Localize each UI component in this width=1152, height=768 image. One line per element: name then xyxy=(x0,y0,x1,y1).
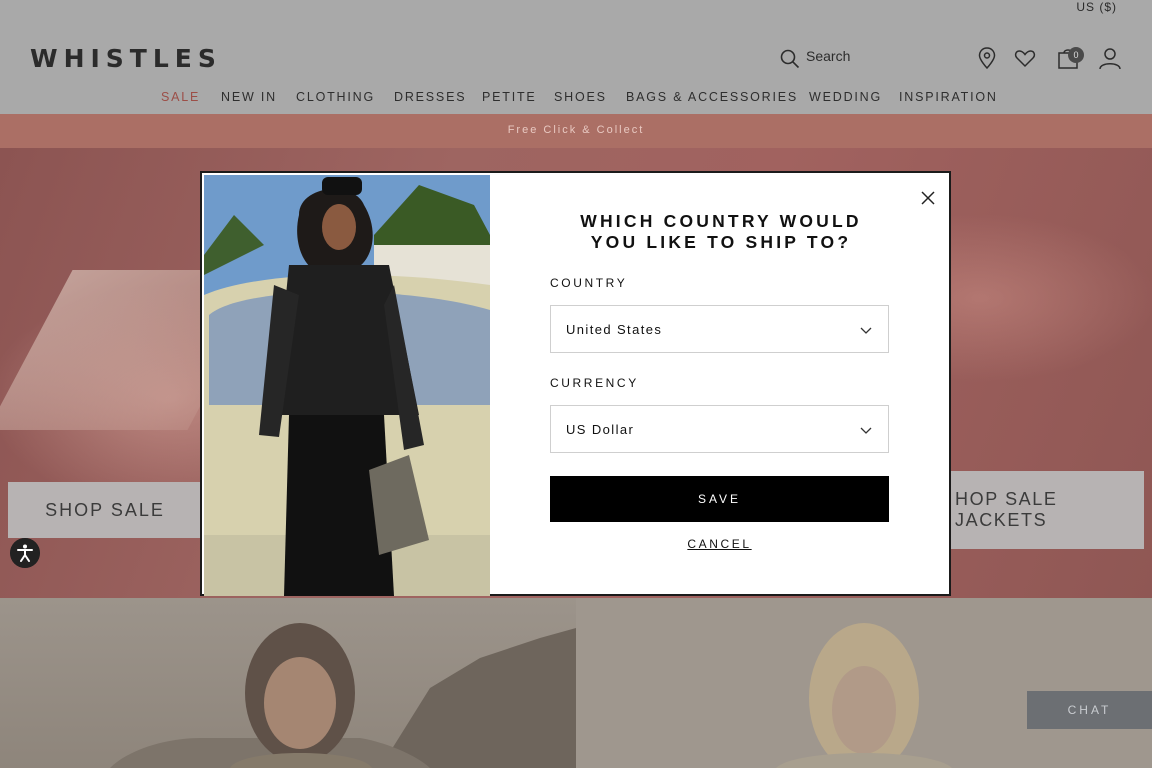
nav-item-wedding[interactable]: WEDDING xyxy=(809,90,882,104)
nav-item-dresses[interactable]: DRESSES xyxy=(394,90,466,104)
heart-icon[interactable] xyxy=(1013,46,1037,70)
modal-model-image xyxy=(204,175,490,596)
modal-title: WHICH COUNTRY WOULD YOU LIKE TO SHIP TO? xyxy=(532,211,910,253)
currency-select-value: US Dollar xyxy=(566,422,635,437)
shop-sale-jackets-line1: HOP SALE xyxy=(955,489,1058,509)
accessibility-icon[interactable] xyxy=(10,538,40,568)
close-icon[interactable] xyxy=(919,189,937,207)
nav-item-petite[interactable]: PETITE xyxy=(482,90,537,104)
nav-item-bags-accessories[interactable]: BAGS & ACCESSORIES xyxy=(626,90,798,104)
modal-title-line1: WHICH COUNTRY WOULD xyxy=(580,211,862,231)
promo-banner[interactable]: Free Click & Collect xyxy=(0,114,1152,148)
country-select-value: United States xyxy=(566,322,663,337)
shop-sale-jackets-line2: JACKETS xyxy=(955,510,1048,530)
cancel-link[interactable]: CANCEL xyxy=(550,537,889,551)
nav-item-inspiration[interactable]: INSPIRATION xyxy=(899,90,998,104)
search-icon[interactable] xyxy=(780,49,800,69)
country-label: COUNTRY xyxy=(550,276,628,290)
promo-tile-right-image[interactable] xyxy=(576,598,1152,768)
shop-sale-button[interactable]: SHOP SALE xyxy=(8,482,202,538)
site-header: US ($) WHISTLES Search 0 SALE NEW IN CLO… xyxy=(0,0,1152,114)
country-select[interactable]: United States xyxy=(550,305,889,353)
nav-item-sale[interactable]: SALE xyxy=(161,90,200,104)
tile-left-illustration xyxy=(110,623,576,768)
user-icon[interactable] xyxy=(1098,46,1122,70)
nav-item-shoes[interactable]: SHOES xyxy=(554,90,607,104)
modal-title-line2: YOU LIKE TO SHIP TO? xyxy=(590,232,852,252)
location-pin-icon[interactable] xyxy=(975,46,999,70)
promo-tile-left-image[interactable] xyxy=(0,598,576,768)
save-button[interactable]: SAVE xyxy=(550,476,889,522)
nav-item-new-in[interactable]: NEW IN xyxy=(221,90,277,104)
nav-item-clothing[interactable]: CLOTHING xyxy=(296,90,375,104)
region-currency-link[interactable]: US ($) xyxy=(1076,0,1117,14)
chevron-down-icon xyxy=(860,427,872,434)
search-input[interactable]: Search xyxy=(806,48,850,64)
ship-to-country-modal: WHICH COUNTRY WOULD YOU LIKE TO SHIP TO?… xyxy=(200,171,951,596)
currency-label: CURRENCY xyxy=(550,376,639,390)
currency-select[interactable]: US Dollar xyxy=(550,405,889,453)
shop-sale-jackets-button[interactable]: HOP SALE JACKETS xyxy=(950,471,1144,549)
whistles-logo[interactable]: WHISTLES xyxy=(30,44,222,73)
promo-text: Free Click & Collect xyxy=(507,124,645,136)
main-nav: SALE NEW IN CLOTHING DRESSES PETITE SHOE… xyxy=(0,90,1152,108)
tile-right-illustration xyxy=(776,623,952,768)
chat-button[interactable]: CHAT xyxy=(1027,691,1152,729)
model-illustration xyxy=(204,175,490,596)
chevron-down-icon xyxy=(860,327,872,334)
bag-count-badge: 0 xyxy=(1068,47,1084,63)
